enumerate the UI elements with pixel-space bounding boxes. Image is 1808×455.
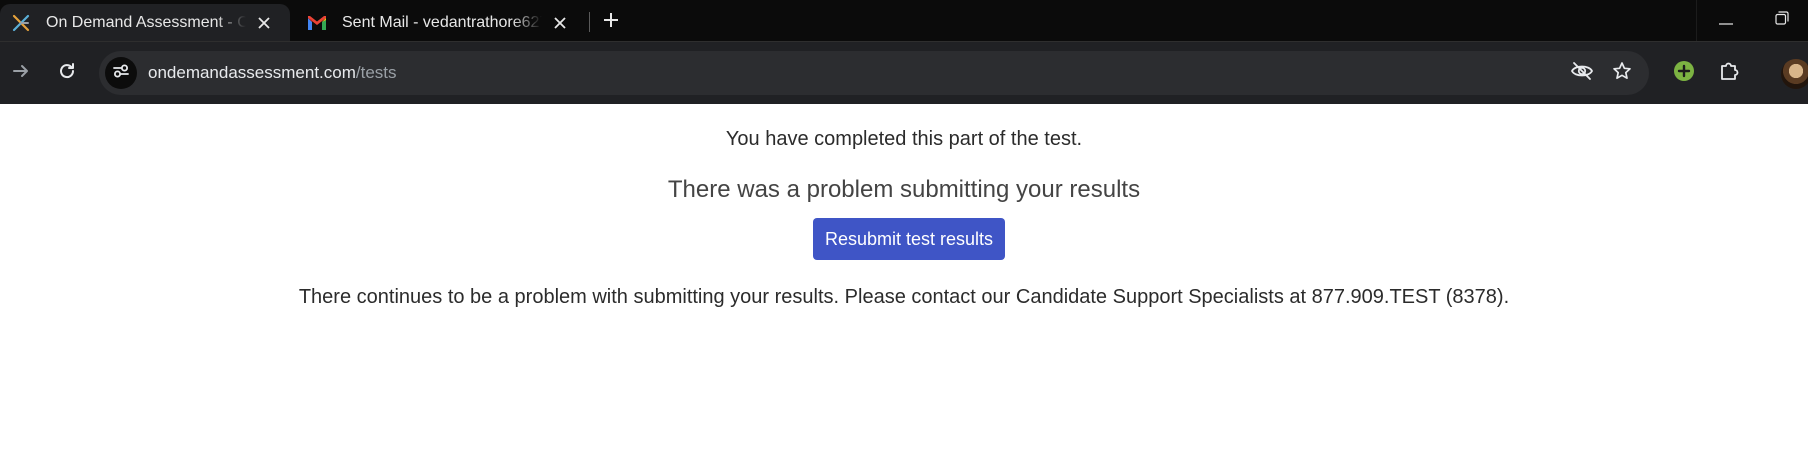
tab-sent-mail[interactable]: Sent Mail - vedantrathore627@gmail.com: [296, 4, 586, 41]
url-domain: ondemandassessment.com: [148, 63, 356, 82]
new-tab-button[interactable]: [595, 6, 627, 38]
extensions-menu-button[interactable]: [1712, 56, 1746, 90]
eye-off-icon: [1570, 61, 1594, 86]
site-info-icon: [112, 62, 130, 85]
minimize-button[interactable]: [1702, 0, 1750, 41]
minimize-icon: [1719, 12, 1733, 30]
puzzle-icon: [1718, 60, 1740, 87]
browser-toolbar: ondemandassessment.com/tests: [0, 41, 1808, 104]
reload-icon: [58, 62, 76, 85]
window-controls-divider: [1696, 0, 1697, 41]
close-icon[interactable]: [548, 11, 572, 35]
site-info-button[interactable]: [105, 57, 137, 89]
url-text[interactable]: ondemandassessment.com/tests: [148, 63, 397, 83]
restore-icon: [1775, 11, 1789, 30]
gmail-icon: [306, 12, 328, 34]
completed-message: You have completed this part of the test…: [725, 128, 1083, 150]
tab-title: On Demand Assessment - Criteria Corp: [46, 13, 246, 31]
forward-icon: [12, 62, 30, 85]
extension-button[interactable]: [1667, 56, 1701, 90]
extension-green-plus-icon: [1673, 60, 1695, 87]
tab-separator: [589, 12, 590, 32]
bookmark-button[interactable]: [1605, 56, 1639, 90]
star-icon: [1612, 61, 1632, 86]
address-bar[interactable]: ondemandassessment.com/tests: [99, 51, 1649, 95]
restore-button[interactable]: [1758, 0, 1806, 41]
tracking-protection-button[interactable]: [1565, 56, 1599, 90]
close-icon[interactable]: [252, 11, 276, 35]
avatar[interactable]: [1781, 59, 1808, 89]
page-content: You have completed this part of the test…: [0, 104, 1808, 455]
support-contact-message: There continues to be a problem with sub…: [298, 286, 1510, 308]
tab-strip: On Demand Assessment - Criteria Corp Sen…: [0, 0, 1808, 41]
url-path: /tests: [355, 63, 397, 82]
reload-button[interactable]: [50, 56, 84, 90]
problem-heading: There was a problem submitting your resu…: [667, 176, 1141, 203]
forward-button[interactable]: [4, 56, 38, 90]
tab-title: Sent Mail - vedantrathore627@gmail.com: [342, 13, 542, 31]
criteria-logo-icon: [10, 12, 32, 34]
plus-icon: [603, 12, 619, 33]
resubmit-button[interactable]: Resubmit test results: [813, 218, 1005, 260]
tab-on-demand-assessment[interactable]: On Demand Assessment - Criteria Corp: [0, 4, 290, 41]
